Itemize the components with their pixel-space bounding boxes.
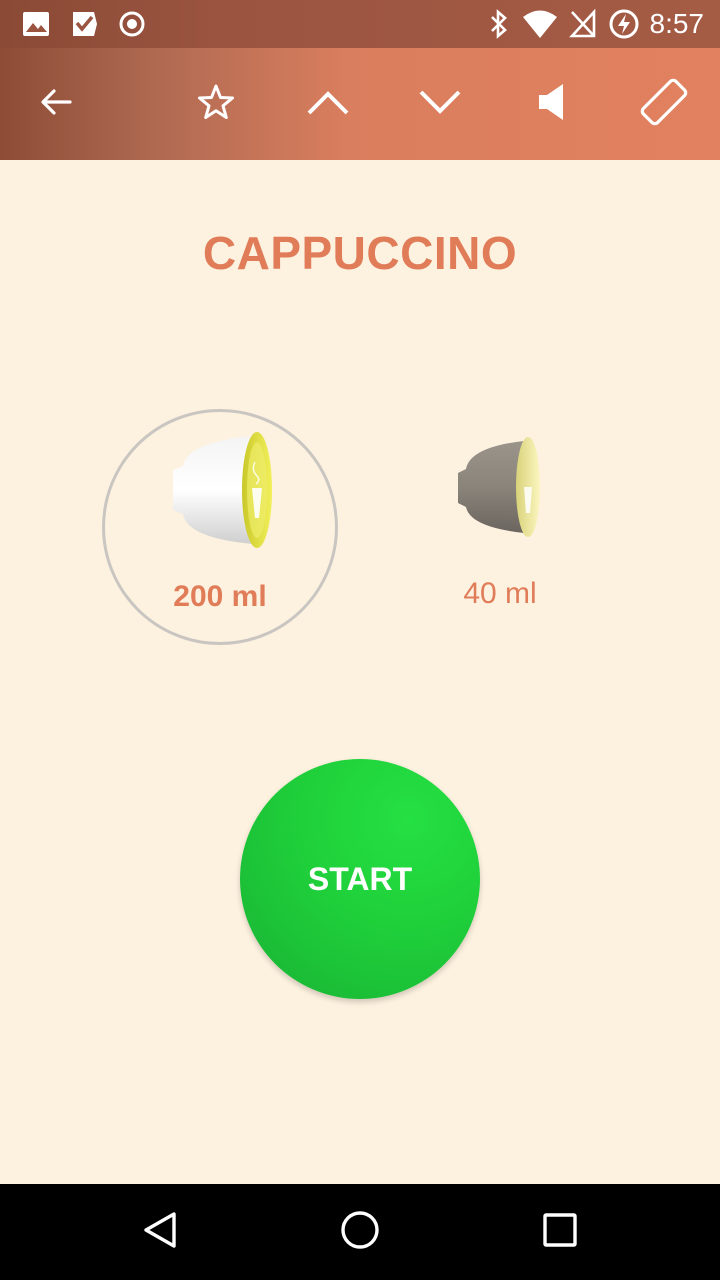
- chevron-down-icon: [418, 87, 462, 122]
- capsule-icon: [169, 422, 279, 563]
- image-icon: [22, 8, 50, 45]
- chevron-up-icon: [306, 87, 350, 122]
- bluetooth-icon: [486, 8, 512, 45]
- home-circle-icon: [340, 1210, 380, 1255]
- check-icon: [70, 8, 100, 45]
- back-triangle-icon: [140, 1210, 180, 1255]
- nav-recents-button[interactable]: [536, 1208, 584, 1256]
- volume-button[interactable]: [524, 76, 580, 132]
- no-sim-icon: [568, 8, 598, 45]
- rotate-screen-button[interactable]: [636, 76, 692, 132]
- drink-title: CAPPUCCINO: [202, 227, 518, 279]
- toolbar: [0, 48, 720, 160]
- previous-button[interactable]: [300, 76, 356, 132]
- nav-back-button[interactable]: [136, 1208, 184, 1256]
- favorite-button[interactable]: [188, 76, 244, 132]
- record-icon: [118, 8, 148, 45]
- rotate-screen-icon: [639, 77, 689, 132]
- recents-square-icon: [540, 1210, 580, 1255]
- back-button[interactable]: [28, 76, 84, 132]
- star-icon: [197, 83, 235, 126]
- wifi-icon: [522, 8, 558, 45]
- capsule-icon: [454, 429, 546, 550]
- capsule-option-large[interactable]: 200 ml: [102, 409, 338, 645]
- status-bar: 8:57: [0, 0, 720, 48]
- status-time: 8:57: [649, 8, 705, 39]
- next-button[interactable]: [412, 76, 468, 132]
- volume-icon: [537, 82, 567, 127]
- back-arrow-icon: [38, 84, 74, 125]
- navigation-bar: [0, 1184, 720, 1280]
- battery-charging-icon: [608, 8, 642, 45]
- capsule-option-small[interactable]: 40 ml: [382, 409, 618, 645]
- nav-home-button[interactable]: [336, 1208, 384, 1256]
- capsule-volume-label: 40 ml: [463, 577, 537, 610]
- capsule-volume-label: 200 ml: [173, 580, 267, 613]
- start-button[interactable]: START: [240, 759, 480, 999]
